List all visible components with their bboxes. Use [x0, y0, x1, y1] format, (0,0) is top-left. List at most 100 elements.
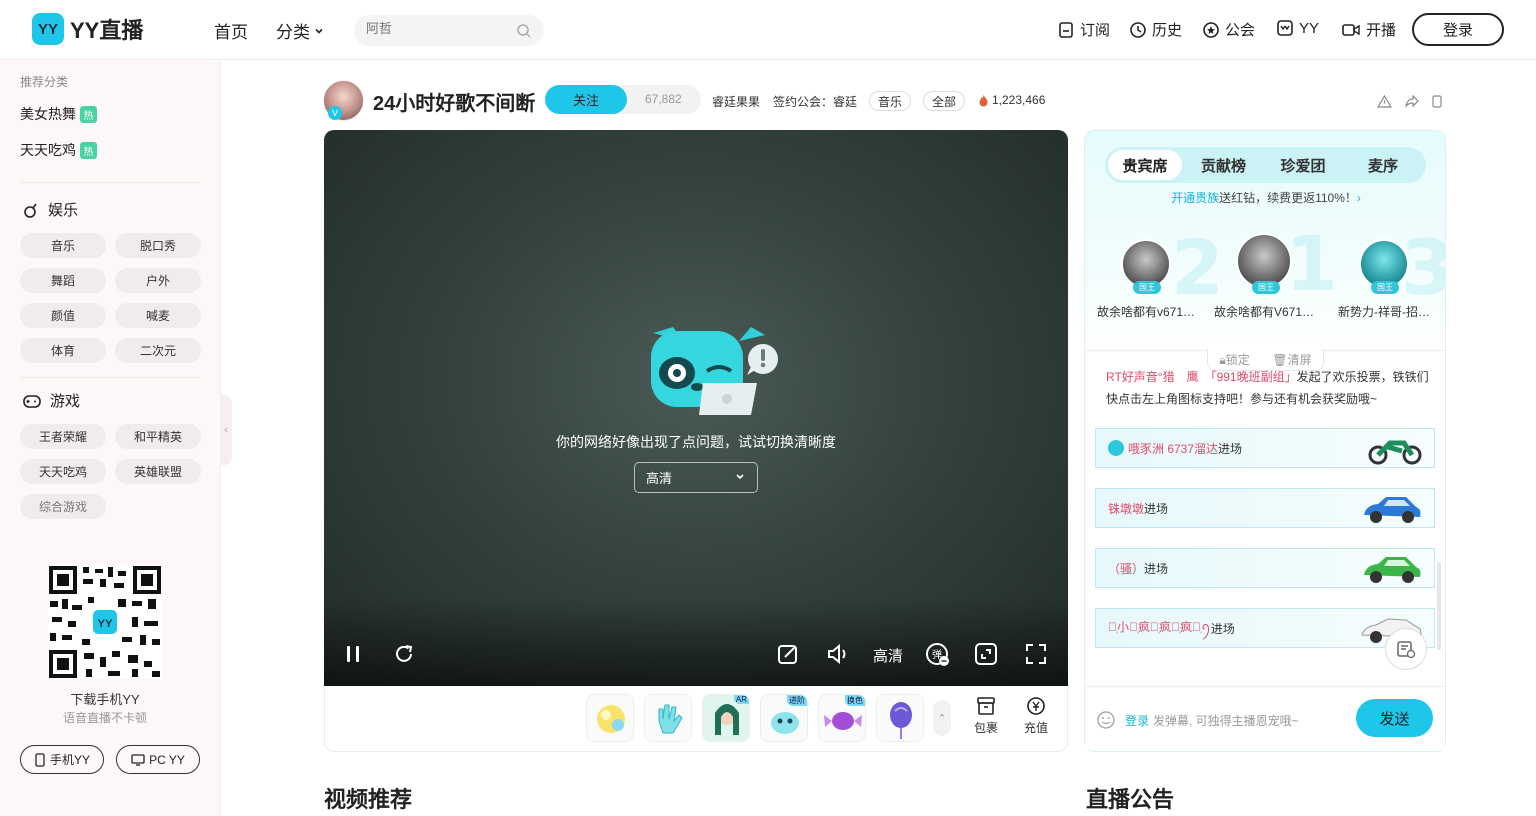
message-filter-button[interactable]: [1385, 628, 1427, 670]
emoji-icon[interactable]: [1096, 710, 1116, 730]
refresh-icon[interactable]: [392, 642, 416, 666]
history-link[interactable]: 历史: [1129, 19, 1182, 40]
entry-user-name[interactable]: （骚）: [1108, 560, 1144, 577]
blue-car-icon: [1364, 497, 1421, 523]
video-player[interactable]: 你的网络好像出现了点问题，试试切换清晰度 高清 高清 弹: [324, 130, 1068, 686]
gift-item[interactable]: [876, 694, 924, 742]
entry-user-name[interactable]: 哦豕洲 6737溜达: [1128, 440, 1218, 457]
pause-icon[interactable]: [342, 642, 366, 666]
avatar: 国王: [1121, 239, 1171, 294]
quality-select[interactable]: 高清: [634, 462, 758, 493]
nav-category[interactable]: 分类: [276, 18, 325, 43]
king-badge: 国王: [1133, 281, 1161, 294]
login-button[interactable]: 登录: [1412, 13, 1504, 46]
nav-home[interactable]: 首页: [214, 18, 248, 43]
sidebar-item-dance[interactable]: 美女热舞 热: [20, 104, 97, 124]
tab-contribution[interactable]: 贡献榜: [1185, 147, 1262, 183]
chevron-up-icon: ⌃: [937, 712, 947, 725]
category-pill[interactable]: 英雄联盟: [115, 459, 201, 484]
broadcast-link[interactable]: 开播: [1341, 19, 1396, 40]
category-pill[interactable]: 脱口秀: [115, 233, 201, 258]
picture-in-picture-icon[interactable]: [974, 642, 998, 666]
category-pill[interactable]: 二次元: [115, 338, 201, 363]
gift-item[interactable]: 进阶: [760, 694, 808, 742]
sidebar: 推荐分类 美女热舞 热 天天吃鸡 热 娱乐 音乐 脱口秀 舞蹈 户外 颜值 喊麦…: [0, 61, 221, 816]
chat-scrollbar[interactable]: [1437, 562, 1441, 650]
follow-button[interactable]: 关注: [545, 85, 627, 114]
entry-suffix: 进场: [1210, 621, 1235, 636]
pc-yy-label: PC YY: [149, 752, 185, 767]
edit-icon[interactable]: [776, 642, 800, 666]
chat-input[interactable]: 登录 发弹幕, 可独得主播恩宠哦~: [1125, 712, 1299, 729]
guild-link[interactable]: 公会: [1202, 19, 1255, 40]
tab-mic-order[interactable]: 麦序: [1343, 147, 1423, 183]
category-pill[interactable]: 喊麦: [115, 303, 201, 328]
clock-icon: [1130, 21, 1146, 38]
sidebar-collapse-handle[interactable]: ‹: [220, 395, 232, 465]
guild-info[interactable]: 签约公会：睿廷: [773, 93, 857, 110]
category-pill[interactable]: 音乐: [20, 233, 106, 258]
sidebar-item-chicken[interactable]: 天天吃鸡 热: [20, 140, 97, 160]
anchor-avatar[interactable]: V: [323, 80, 364, 121]
room-tag[interactable]: 音乐: [869, 91, 912, 111]
logo[interactable]: YY YY直播: [32, 13, 143, 45]
report-warning-icon[interactable]: [1377, 95, 1392, 108]
subscribe-label: 订阅: [1080, 22, 1111, 39]
category-pill[interactable]: 颜值: [20, 303, 106, 328]
subscribe-link[interactable]: 订阅: [1057, 19, 1110, 40]
bag-button[interactable]: 包裹: [971, 696, 1001, 736]
tab-fan-club[interactable]: 珍爱团: [1263, 147, 1343, 183]
avatar: 国王: [1236, 233, 1292, 294]
gift-item[interactable]: AR: [702, 694, 750, 742]
download-title: 下载手机YY: [70, 692, 140, 707]
pc-yy-button[interactable]: PC YY: [116, 745, 200, 774]
entry-user-name[interactable]: 勋᷂小ོ᷂疯ོ᷂疯ོ᷂疯ོ᷂ꪆ: [1108, 616, 1211, 641]
message-names[interactable]: RT好声音°猎 鹰 「991晚班副组」: [1106, 370, 1297, 384]
category-pill[interactable]: 综合游戏: [20, 494, 106, 519]
announcement-title: 直播公告: [1086, 787, 1175, 812]
category-pill[interactable]: 户外: [115, 268, 201, 293]
download-subtitle: 语音直播不卡顿: [62, 711, 147, 725]
qr-code: YY: [48, 565, 162, 679]
category-pill[interactable]: 舞蹈: [20, 268, 106, 293]
category-pill[interactable]: 体育: [20, 338, 106, 363]
bookmark-icon: [1059, 21, 1073, 38]
search-icon[interactable]: [516, 23, 532, 39]
rank-item[interactable]: 国王 新势力-祥哥-招…: [1329, 239, 1439, 320]
gift-item[interactable]: [586, 694, 634, 742]
avatar: 国王: [1359, 239, 1409, 294]
gift-expand-button[interactable]: ⌃: [933, 700, 951, 736]
tab-vip-seats[interactable]: 贵宾席: [1108, 150, 1182, 180]
fullscreen-icon[interactable]: [1024, 642, 1048, 666]
guild-shield-icon: [1203, 21, 1219, 38]
entry-user-name[interactable]: 铢墩墩: [1108, 500, 1144, 517]
gift-item[interactable]: [644, 694, 692, 742]
promo-link[interactable]: 开通贵族: [1171, 191, 1219, 205]
share-icon[interactable]: [1404, 95, 1419, 108]
raccoon-mascot-icon: [651, 327, 778, 415]
category-pill[interactable]: 天天吃鸡: [20, 459, 106, 484]
send-button[interactable]: 发送: [1356, 699, 1433, 737]
balloon-icon: [890, 702, 912, 739]
anchor-name[interactable]: 睿廷果果: [712, 93, 760, 110]
mobile-yy-button[interactable]: 手机YY: [20, 745, 104, 774]
gift-tag: 换色: [845, 695, 865, 706]
quality-label[interactable]: 高清: [873, 645, 903, 666]
input-login-link[interactable]: 登录: [1125, 714, 1149, 728]
search-input[interactable]: [366, 21, 506, 36]
nobility-promo[interactable]: 开通贵族送红钻，续费更返110%！›: [1085, 189, 1445, 206]
category-pill[interactable]: 和平精英: [115, 424, 201, 449]
danmaku-toggle-icon[interactable]: 弹: [925, 642, 951, 668]
entertainment-title: 娱乐: [48, 202, 79, 219]
mobile-view-icon[interactable]: [1431, 95, 1443, 108]
volume-icon[interactable]: [826, 642, 852, 666]
rank-item[interactable]: 国王 故余啥都有V671…: [1209, 233, 1319, 320]
rank-item[interactable]: 国王 故余啥都有v671…: [1091, 239, 1201, 320]
recharge-button[interactable]: 充值: [1021, 696, 1051, 736]
history-label: 历史: [1152, 22, 1183, 39]
category-pill[interactable]: 王者荣耀: [20, 424, 106, 449]
yy-link[interactable]: YY: [1276, 19, 1319, 37]
king-badge: 国王: [1371, 281, 1399, 294]
gift-item[interactable]: 换色: [818, 694, 866, 742]
room-tag[interactable]: 全部: [923, 91, 966, 111]
